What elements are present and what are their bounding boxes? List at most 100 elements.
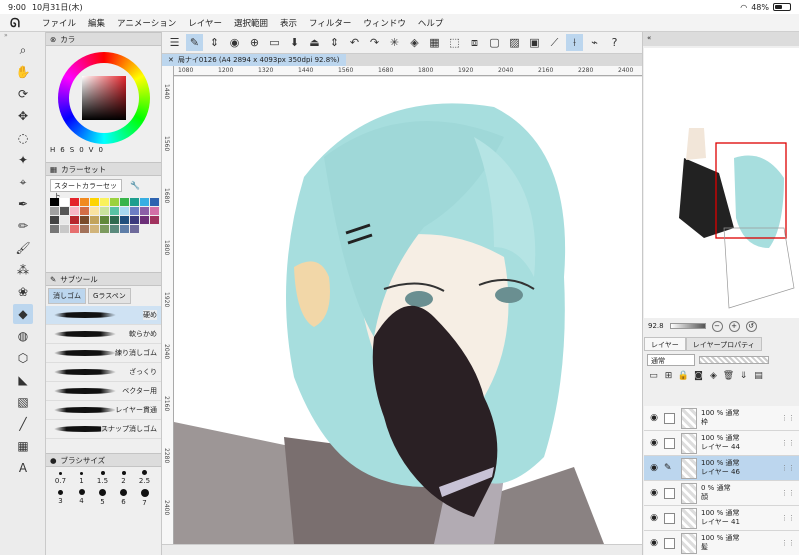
clip-icon[interactable]: ⊞: [662, 370, 675, 383]
layer-check[interactable]: [664, 437, 675, 449]
app-logo-icon[interactable]: ᘏ: [10, 16, 24, 30]
color-square[interactable]: [81, 76, 126, 120]
swatch[interactable]: [70, 207, 79, 215]
color-wheel-tab[interactable]: カラ: [60, 34, 75, 45]
brush-item[interactable]: スナップ消しゴム: [46, 420, 161, 439]
swatch[interactable]: [100, 225, 109, 233]
swatch[interactable]: [120, 225, 129, 233]
colorset-select[interactable]: スタートカラーセット: [50, 179, 122, 200]
menu-item-0[interactable]: ファイル: [42, 17, 76, 29]
frame-icon[interactable]: ▦: [13, 436, 33, 456]
eraser-icon[interactable]: ◆: [13, 304, 33, 324]
mask-icon[interactable]: ◙: [692, 370, 705, 383]
undo-icon[interactable]: ↶: [346, 34, 363, 51]
brush-size-9[interactable]: 7: [134, 489, 155, 507]
layer-check[interactable]: [664, 412, 675, 424]
layer-row[interactable]: ◉ 100 % 通常枠 ⋮⋮: [644, 406, 799, 431]
brush-item[interactable]: 硬め: [46, 306, 161, 325]
crop-icon[interactable]: ⧈: [466, 34, 483, 51]
eyedropper-icon[interactable]: ⌖: [13, 172, 33, 192]
fill-all-icon[interactable]: ◈: [406, 34, 423, 51]
tab-layer-property[interactable]: レイヤープロパティ: [685, 337, 762, 351]
stepper-icon[interactable]: ⇕: [206, 34, 223, 51]
swatch[interactable]: [80, 225, 89, 233]
swatch[interactable]: [130, 216, 139, 224]
layer-row[interactable]: ◉ ✎ 100 % 通常 レイヤー 46 ⋮⋮: [644, 456, 799, 481]
visibility-icon[interactable]: ◉: [644, 438, 664, 448]
swatch[interactable]: [100, 207, 109, 215]
clear-icon[interactable]: ▦: [426, 34, 443, 51]
color-wheel[interactable]: [57, 52, 150, 144]
swatch[interactable]: [100, 216, 109, 224]
collapse-right-icon[interactable]: «: [647, 34, 651, 42]
deselect-icon[interactable]: ▢: [486, 34, 503, 51]
swatch[interactable]: [70, 216, 79, 224]
menu-item-4[interactable]: 選択範囲: [234, 17, 268, 29]
swatch[interactable]: [50, 198, 59, 206]
swatch[interactable]: [130, 225, 139, 233]
navigator-preview[interactable]: [644, 48, 799, 318]
layer-check[interactable]: [664, 512, 675, 524]
layer-row[interactable]: ◉ 100 % 通常髪 ⋮⋮: [644, 531, 799, 555]
drag-handle-icon[interactable]: ⋮⋮: [781, 464, 795, 472]
export-icon[interactable]: ⏏: [306, 34, 323, 51]
brush-size-3[interactable]: 2: [113, 469, 134, 485]
decorate-icon[interactable]: ❀: [13, 282, 33, 302]
brush-size-4[interactable]: 2.5: [134, 469, 155, 485]
blend-icon[interactable]: ◍: [13, 326, 33, 346]
rotate-icon[interactable]: ⟳: [13, 84, 33, 104]
brush-item[interactable]: 軟らかめ: [46, 325, 161, 344]
record-icon[interactable]: ◉: [226, 34, 243, 51]
line-icon[interactable]: ╱: [13, 414, 33, 434]
visibility-icon[interactable]: ◉: [644, 413, 664, 423]
brush-size-5[interactable]: 3: [50, 489, 71, 507]
spinner-icon[interactable]: ✳: [386, 34, 403, 51]
redo-icon[interactable]: ↷: [366, 34, 383, 51]
hand-icon[interactable]: ✋: [13, 62, 33, 82]
menu-item-5[interactable]: 表示: [280, 17, 297, 29]
airbrush-icon[interactable]: ⁂: [13, 260, 33, 280]
save-icon[interactable]: ⬇: [286, 34, 303, 51]
folder-icon[interactable]: ▤: [752, 370, 765, 383]
swatch[interactable]: [110, 216, 119, 224]
swatch[interactable]: [90, 216, 99, 224]
zoom-slider[interactable]: [669, 323, 706, 329]
swatch[interactable]: [110, 198, 119, 206]
collapse-icon[interactable]: »: [0, 32, 45, 39]
menu-item-1[interactable]: 編集: [88, 17, 105, 29]
move-icon[interactable]: ✥: [13, 106, 33, 126]
menu-item-3[interactable]: レイヤー: [188, 17, 222, 29]
brush-icon[interactable]: 🖌: [13, 238, 33, 258]
brush-item[interactable]: 練り消しゴム: [46, 344, 161, 363]
menu-item-6[interactable]: フィルター: [309, 17, 351, 29]
brush-size-0[interactable]: 0.7: [50, 469, 71, 485]
subtool-tab-1[interactable]: Gラスペン: [88, 288, 131, 304]
drag-handle-icon[interactable]: ⋮⋮: [781, 414, 795, 422]
brush-size-8[interactable]: 6: [113, 489, 134, 507]
swatch[interactable]: [100, 198, 109, 206]
figure-icon[interactable]: ⬡: [13, 348, 33, 368]
brush-item[interactable]: ざっくり: [46, 363, 161, 382]
zoom-in-icon[interactable]: +: [728, 320, 740, 332]
swatch[interactable]: [130, 207, 139, 215]
opacity-slider[interactable]: [699, 356, 769, 364]
new-layer-icon[interactable]: ▭: [647, 370, 660, 383]
ref-icon[interactable]: ◈: [707, 370, 720, 383]
swatch[interactable]: [80, 216, 89, 224]
swatch[interactable]: [50, 216, 59, 224]
tab-layer[interactable]: レイヤー: [644, 337, 686, 351]
zoom-reset-icon[interactable]: ↺: [745, 320, 757, 332]
swatch[interactable]: [90, 198, 99, 206]
ruler-icon[interactable]: ⟊: [566, 34, 583, 51]
pen-icon[interactable]: ✒: [13, 194, 33, 214]
swatch[interactable]: [60, 225, 69, 233]
visibility-icon[interactable]: ◉: [644, 513, 664, 523]
edit-icon[interactable]: ✎: [186, 34, 203, 51]
brush-size-2[interactable]: 1.5: [92, 469, 113, 485]
drag-handle-icon[interactable]: ⋮⋮: [781, 539, 795, 547]
wand-icon[interactable]: ✦: [13, 150, 33, 170]
swatch[interactable]: [80, 207, 89, 215]
lock-icon[interactable]: 🔒: [677, 370, 690, 383]
pencil-icon[interactable]: ✏: [13, 216, 33, 236]
document-tab[interactable]: ✕ 局ナイ0126 (A4 2894 x 4093px 350dpi 92.8%…: [162, 54, 346, 66]
